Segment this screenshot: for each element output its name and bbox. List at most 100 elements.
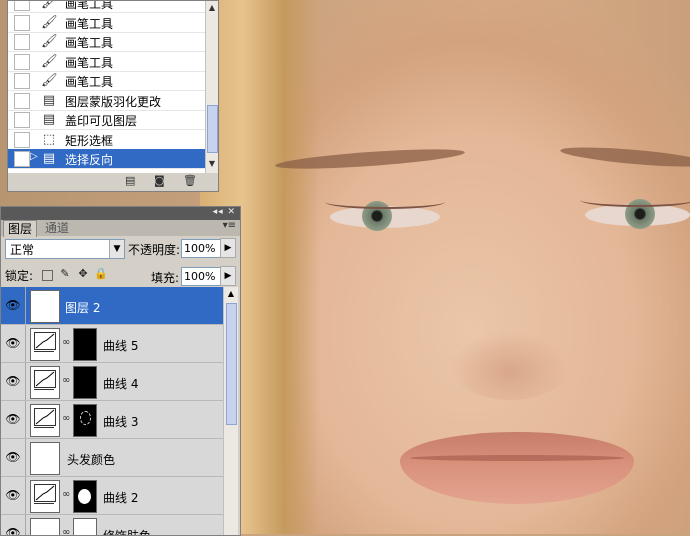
history-item[interactable]: 🖌 画笔工具 [8,52,205,72]
layer-row[interactable]: 👁 ∞ 曲线 2 [1,477,223,515]
row-divider [25,515,26,535]
history-brush-source-checkbox[interactable] [14,112,30,128]
document-icon: ▤ [42,112,56,127]
lock-position-move-icon[interactable]: ✥ [77,268,89,280]
layer-name: 图层 2 [65,301,101,315]
collapse-close-icon[interactable]: ◂◂ ✕ [213,207,236,217]
history-item[interactable]: ▤ 选择反向 ▷ [8,149,205,169]
curve-slider-glyph [34,503,54,509]
layer-mask-thumbnail[interactable] [73,480,97,513]
layers-title-strip: ◂◂ ✕ [1,207,240,220]
history-item[interactable]: 🖌 画笔工具 [8,71,205,91]
layer-mask-thumbnail[interactable] [73,404,97,437]
lock-all-icon[interactable]: 🔒 [94,268,108,280]
history-item[interactable]: ⬚ 矩形选框 [8,130,205,150]
history-item-label: 画笔工具 [65,16,114,31]
layers-scrollbar[interactable]: ▲ [223,287,238,535]
scroll-thumb[interactable] [226,303,237,425]
mask-link-icon[interactable]: ∞ [62,375,70,386]
chevron-down-icon[interactable]: ▼ [109,240,124,258]
history-scrollbar[interactable]: ▲ ▼ [205,1,218,173]
blend-mode-select[interactable]: 正常 ▼ [5,239,125,259]
curves-adjustment-icon[interactable] [30,366,60,399]
brush-icon: 🖌 [41,53,58,69]
scroll-down-icon[interactable]: ▼ [207,159,217,170]
mask-blob [78,489,91,504]
lock-image-brush-icon[interactable]: ✎ [59,268,71,280]
curves-adjustment-icon[interactable] [30,404,60,437]
scroll-up-icon[interactable]: ▲ [225,289,237,298]
right-eyebrow [559,143,690,171]
new-document-from-state-icon[interactable]: ▤ [125,174,135,187]
lock-transparency-icon[interactable] [42,270,53,281]
fill-arrow-icon[interactable]: ▶ [220,266,236,286]
layer-row[interactable]: 👁 ∞ 曲线 3 [1,401,223,439]
visibility-eye-icon[interactable]: 👁 [4,449,22,465]
layer-mask-thumbnail[interactable] [73,518,97,535]
fill-layer-thumbnail[interactable] [30,442,60,475]
history-brush-source-checkbox[interactable] [14,53,30,70]
layer-thumbnail[interactable] [30,290,60,323]
curve-slider-glyph [34,351,54,357]
row-divider [25,401,26,438]
fill-label: 填充: [151,271,180,285]
fill-layer-thumbnail[interactable] [30,518,60,535]
visibility-eye-icon[interactable]: 👁 [4,335,22,351]
layer-row[interactable]: 👁 ∞ 曲线 4 [1,363,223,401]
document-icon: ▤ [42,151,56,166]
layer-row[interactable]: 👁 图层 2 [1,287,223,325]
tab-channels[interactable]: 通道 [41,220,73,236]
layer-mask-thumbnail[interactable] [73,366,97,399]
history-brush-source-checkbox[interactable] [14,14,30,31]
mask-link-icon[interactable]: ∞ [62,337,70,348]
scroll-thumb[interactable] [207,105,218,153]
visibility-eye-icon[interactable]: 👁 [4,411,22,427]
layer-name: 曲线 4 [103,377,139,391]
lip-line [410,455,624,461]
layers-panel: ◂◂ ✕ 图层 通道 ▾≡ 正常 ▼ 不透明度: 100% ▶ 锁定: ✎ ✥ … [0,206,241,536]
new-snapshot-icon[interactable]: ◙ [154,174,165,187]
blend-mode-value: 正常 [10,243,35,257]
history-item-label: 画笔工具 [65,75,114,89]
panel-menu-icon[interactable]: ▾≡ [223,220,236,231]
row-divider [25,477,26,514]
visibility-eye-icon[interactable]: 👁 [4,487,22,503]
visibility-eye-icon[interactable]: 👁 [4,373,22,389]
history-item-label: 画笔工具 [65,36,114,50]
curves-adjustment-icon[interactable] [30,328,60,361]
layer-mask-thumbnail[interactable] [73,328,97,361]
delete-state-icon[interactable]: 🗑 [183,174,197,187]
curves-adjustment-icon[interactable] [30,480,60,513]
fill-input[interactable]: 100% [181,267,225,286]
history-brush-source-checkbox[interactable] [14,1,30,11]
history-item[interactable]: 🖌 画笔工具 [8,32,205,52]
history-item[interactable]: 🖌 画笔工具 [8,13,205,33]
scroll-up-icon[interactable]: ▲ [207,3,217,14]
history-brush-source-checkbox[interactable] [14,92,30,109]
history-item-label: 矩形选框 [65,133,114,148]
history-panel: 🖌 画笔工具 🖌 画笔工具 🖌 画笔工具 🖌 画笔工具 🖌 画笔工具 ▤ 图层蒙版羽化更改 ▤ 盖印可见图… [7,0,219,192]
opacity-arrow-icon[interactable]: ▶ [220,238,236,258]
visibility-eye-icon[interactable]: 👁 [4,297,22,313]
history-list: 🖌 画笔工具 🖌 画笔工具 🖌 画笔工具 🖌 画笔工具 🖌 画笔工具 ▤ 图层蒙版羽化更改 ▤ 盖印可见图… [8,1,205,173]
history-brush-source-checkbox[interactable] [14,151,30,167]
history-brush-source-checkbox[interactable] [14,131,30,148]
curve-glyph [34,484,56,502]
layer-name: 头发颜色 [67,453,116,467]
layer-row[interactable]: 👁 ∞ 曲线 5 [1,325,223,363]
history-item[interactable]: ▤ 图层蒙版羽化更改 [8,91,205,111]
row-divider [25,439,26,476]
row-divider [25,287,26,324]
layer-row[interactable]: 👁∞修饰肤色 [1,515,223,535]
history-item[interactable]: 🖌 画笔工具 [8,1,205,13]
layer-row[interactable]: 👁 头发颜色 [1,439,223,477]
opacity-input[interactable]: 100% [181,239,225,258]
tab-layers[interactable]: 图层 [3,220,38,237]
history-brush-source-checkbox[interactable] [14,73,30,89]
mask-link-icon[interactable]: ∞ [62,489,70,500]
curve-glyph [34,408,56,426]
opacity-label: 不透明度: [128,243,181,257]
mask-link-icon[interactable]: ∞ [62,413,70,424]
history-brush-source-checkbox[interactable] [14,34,30,50]
history-item[interactable]: ▤ 盖印可见图层 [8,110,205,130]
